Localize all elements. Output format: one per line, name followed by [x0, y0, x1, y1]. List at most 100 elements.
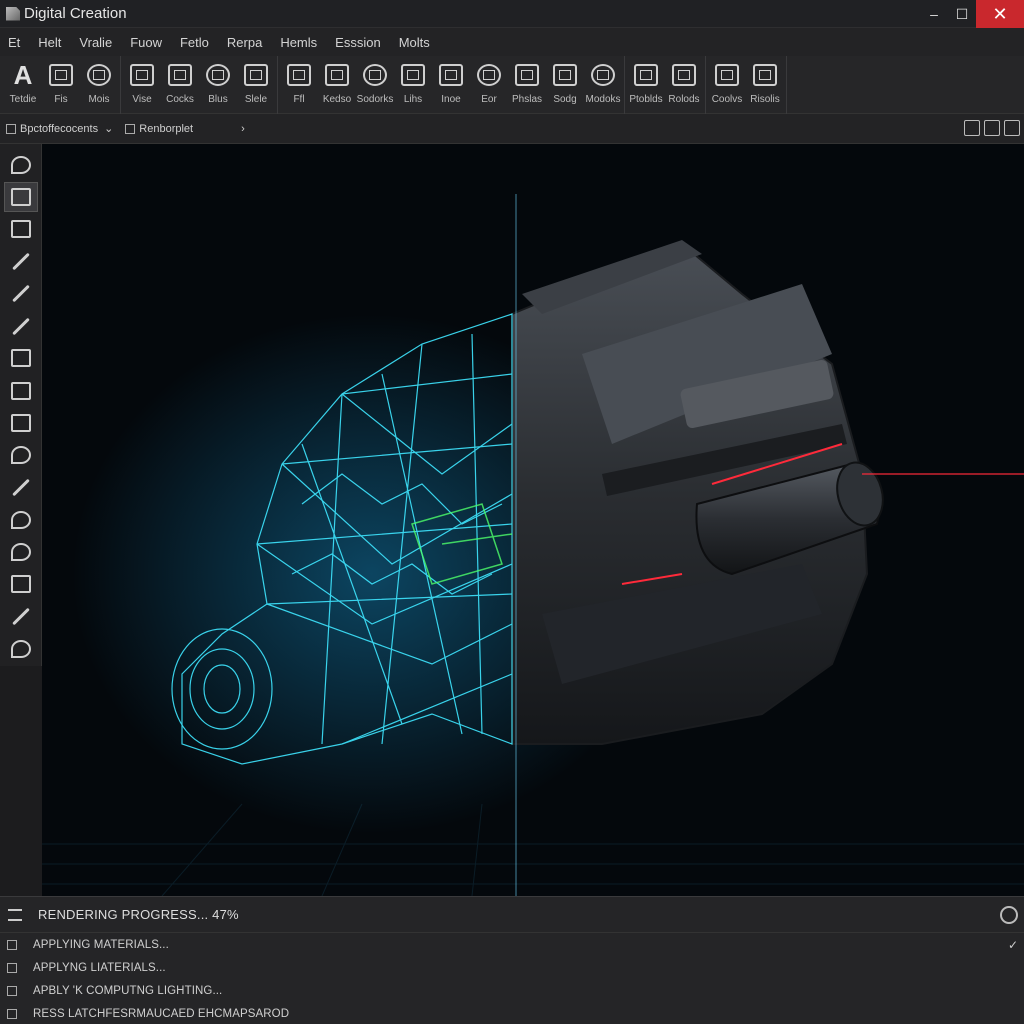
ribbon-button-eor[interactable]: Eor — [470, 56, 508, 114]
render-status-panel: RENDERING PROGRESS... 47% APPLYING MATER… — [0, 896, 1024, 1024]
ribbon-button-sodg[interactable]: Sodg — [546, 56, 584, 114]
select-tool[interactable] — [4, 150, 38, 180]
ribbon-group: A Tetdie Fis Mois — [4, 56, 121, 114]
ribbon-button-label: Modoks — [585, 94, 621, 105]
ribbon-button-label: Fis — [54, 94, 68, 105]
eyedropper-icon — [11, 607, 30, 626]
menu-item[interactable]: Vralie — [70, 35, 121, 50]
chevron-down-icon: ⌄ — [104, 123, 114, 135]
ribbon-button-slele[interactable]: Slele — [237, 56, 275, 114]
menu-item[interactable]: Rerpa — [218, 35, 271, 50]
layers-tool[interactable] — [4, 344, 38, 374]
ribbon-button-label: Blus — [208, 94, 228, 105]
pen-icon — [11, 285, 30, 303]
ribbon-button-cocks[interactable]: Cocks — [161, 56, 199, 114]
node-tool[interactable] — [4, 505, 38, 535]
log-text: RESS LATCHFESRMAUCAED EHCMAPSAROD — [33, 1007, 290, 1020]
chevron-right-icon: › — [241, 122, 245, 135]
gear-icon — [10, 542, 31, 561]
3d-viewport[interactable] — [42, 144, 1024, 896]
person-icon[interactable] — [964, 120, 980, 136]
ribbon-button-modoks[interactable]: Modoks — [584, 56, 622, 114]
transform-icon — [287, 64, 311, 86]
render-icon — [634, 64, 658, 86]
ribbon-button-sodorks[interactable]: Sodorks — [356, 56, 394, 114]
knife-tool[interactable] — [4, 473, 38, 503]
pen-tool[interactable] — [4, 279, 38, 309]
image-icon[interactable] — [984, 120, 1000, 136]
menu-item[interactable]: Molts — [390, 35, 439, 50]
close-button[interactable]: ✕ — [976, 0, 1024, 28]
hierarchy-icon — [591, 64, 615, 86]
preset-dropdown[interactable]: Bpctoffecocents ⌄ — [6, 122, 113, 135]
mesh-icon — [672, 64, 696, 86]
options-right-icons — [964, 120, 1020, 136]
ribbon-button-label: Tetdie — [9, 94, 37, 105]
table-icon — [10, 413, 31, 432]
ribbon-button-label: Rolods — [668, 94, 700, 105]
window-title: Digital Creation — [24, 5, 127, 22]
settings-icon — [753, 64, 777, 86]
paint-tool[interactable] — [4, 247, 38, 277]
maximize-button[interactable]: ☐ — [948, 0, 976, 28]
ribbon-button-vise[interactable]: Vise — [123, 56, 161, 114]
ribbon-button-label: Inoe — [441, 94, 461, 105]
render-dropdown[interactable]: Renborplet › — [125, 123, 245, 135]
ribbon-button-phslas[interactable]: Phslas — [508, 56, 546, 114]
ribbon-button-label: Slele — [244, 94, 268, 105]
image-icon — [10, 220, 31, 239]
ribbon-button-ptoblds[interactable]: Ptoblds — [627, 56, 665, 114]
zoom-tool[interactable] — [4, 440, 38, 470]
ribbon-button-label: Mois — [88, 94, 110, 105]
brush-icon — [325, 64, 349, 86]
knife-icon — [11, 478, 30, 497]
settings-icon[interactable] — [1000, 906, 1018, 924]
log-item: APPLYING MATERIALS... ✓ — [0, 933, 1024, 956]
menu-item[interactable]: Fuow — [121, 35, 171, 50]
text-tool-icon: A — [13, 60, 33, 90]
line-tool[interactable] — [4, 311, 38, 341]
log-text: APPLYNG LIATERIALS... — [33, 961, 166, 974]
table-tool[interactable] — [4, 408, 38, 438]
list-tool[interactable] — [4, 376, 38, 406]
ribbon-button-label: Vise — [132, 94, 152, 105]
ribbon-group: Ffl Kedso Sodorks Lihs Inoe Eor Phslas Sodg Modo… — [280, 56, 625, 114]
image-icon — [244, 64, 268, 86]
menu-item[interactable]: Et — [0, 35, 29, 50]
check-icon: ✓ — [1007, 937, 1018, 952]
gear-tool[interactable] — [4, 537, 38, 567]
log-text: APBLY 'K COMPUTNG LIGHTING... — [33, 984, 223, 997]
extrude-tool[interactable] — [4, 569, 38, 599]
minimize-button[interactable]: – — [920, 0, 948, 28]
shapes-icon — [87, 64, 111, 86]
title-bar: Digital Creation – ☐ ✕ — [0, 0, 1024, 28]
menu-item[interactable]: Hemls — [271, 35, 326, 50]
render-tool[interactable] — [4, 634, 38, 664]
ribbon-button-kedso[interactable]: Kedso — [318, 56, 356, 114]
log-icon — [7, 1008, 17, 1019]
ribbon-button-label: Risolis — [750, 94, 780, 105]
image-tool[interactable] — [4, 215, 38, 245]
ribbon-button-fis[interactable]: Fis — [42, 56, 80, 114]
menu-item[interactable]: Fetlo — [171, 35, 218, 50]
menu-item[interactable]: Esssion — [326, 35, 390, 50]
ribbon-button-lihs[interactable]: Lihs — [394, 56, 432, 114]
ribbon-button-label: Eor — [481, 94, 497, 105]
ribbon-button-blus[interactable]: Blus — [199, 56, 237, 114]
ribbon-button-inoe[interactable]: Inoe — [432, 56, 470, 114]
particles-icon — [439, 64, 463, 86]
ribbon-button-rolods[interactable]: Rolods — [665, 56, 703, 114]
ribbon-button-coolvs[interactable]: Coolvs — [708, 56, 746, 114]
options-bar: Bpctoffecocents ⌄ Renborplet › — [0, 114, 1024, 144]
pick-tool[interactable] — [4, 602, 38, 632]
ribbon-button-tetdie[interactable]: A Tetdie — [4, 56, 42, 114]
log-icon — [7, 962, 17, 973]
list-icon — [715, 64, 739, 86]
ribbon-button-mois[interactable]: Mois — [80, 56, 118, 114]
ribbon-button-ffl[interactable]: Ffl — [280, 56, 318, 114]
layout-icon[interactable] — [1004, 120, 1020, 136]
camera-icon — [553, 64, 577, 86]
ribbon-button-risolis[interactable]: Risolis — [746, 56, 784, 114]
frame-tool[interactable] — [3, 182, 38, 213]
menu-item[interactable]: Helt — [29, 35, 70, 50]
